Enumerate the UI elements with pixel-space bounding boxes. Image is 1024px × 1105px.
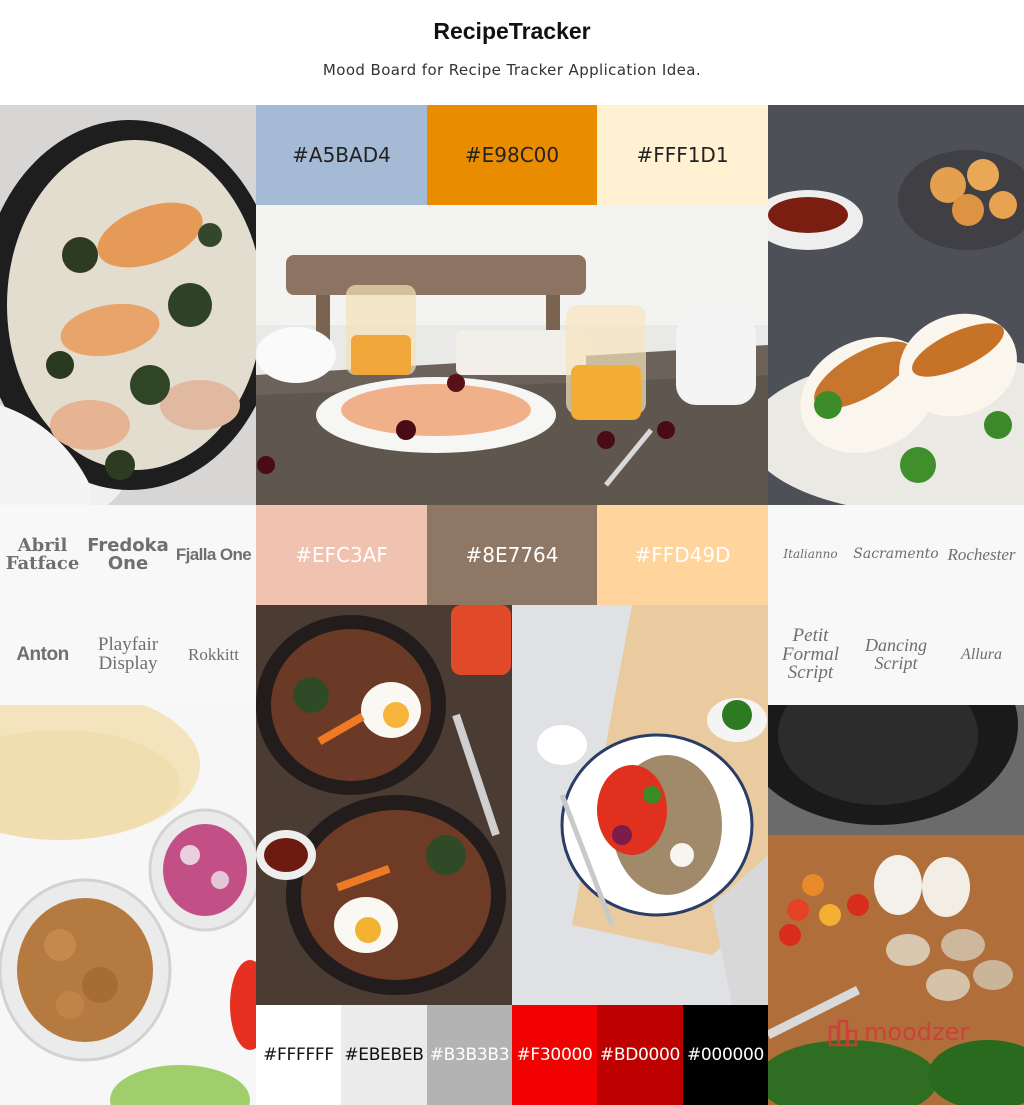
color-swatch-ffffff: #FFFFFF xyxy=(256,1005,341,1105)
font-sample-dancing-script: Dancing Script xyxy=(865,635,927,673)
color-swatch-a5bad4: #A5BAD4 xyxy=(256,105,427,205)
page-header: RecipeTracker Mood Board for Recipe Trac… xyxy=(0,0,1024,105)
breakfast-table-photo xyxy=(256,205,768,505)
color-swatch-000000: #000000 xyxy=(683,1005,768,1105)
color-swatch-efc3af: #EFC3AF xyxy=(256,505,427,605)
color-swatch-bd0000: #BD0000 xyxy=(597,1005,683,1105)
color-swatch-fff1d1: #FFF1D1 xyxy=(597,105,768,205)
salmon-skillet-photo xyxy=(0,105,256,505)
font-samples-serif-panel: Abril Fatface Fredoka One Fjalla One Ant… xyxy=(0,505,256,705)
page-title: RecipeTracker xyxy=(433,18,591,44)
salad-plate-photo xyxy=(512,605,768,1005)
font-sample-rokkitt: Rokkitt xyxy=(187,644,239,664)
page-subtitle: Mood Board for Recipe Tracker Applicatio… xyxy=(322,61,702,79)
moodzer-logo-icon xyxy=(828,1017,858,1047)
font-sample-petit-formal-script: Petit Formal Script xyxy=(782,625,839,684)
font-sample-fredoka-one: Fredoka One xyxy=(87,535,169,574)
bibimbap-bowls-photo xyxy=(256,605,512,1005)
font-sample-allura: Allura xyxy=(961,646,1002,664)
font-sample-abril-fatface: Abril Fatface xyxy=(5,535,80,574)
color-swatch-e98c00: #E98C00 xyxy=(427,105,597,205)
moodzer-watermark-text: moodzer xyxy=(864,1018,970,1046)
tortilla-ingredients-photo xyxy=(0,705,256,1105)
font-sample-rochester: Rochester xyxy=(947,544,1016,564)
font-sample-italianno: Italianno xyxy=(783,547,838,562)
moodzer-watermark: moodzer xyxy=(828,1017,969,1047)
color-swatch-ebebeb: #EBEBEB xyxy=(341,1005,427,1105)
color-swatch-8e7764: #8E7764 xyxy=(427,505,597,605)
color-swatch-b3b3b3: #B3B3B3 xyxy=(427,1005,512,1105)
bao-buns-photo xyxy=(768,105,1024,505)
font-sample-fjalla-one: Fjalla One xyxy=(175,544,252,564)
color-swatch-f30000: #F30000 xyxy=(512,1005,597,1105)
cutting-board-vegetables-photo: moodzer xyxy=(768,705,1024,1105)
font-sample-anton: Anton xyxy=(16,643,69,665)
font-sample-playfair-display: Playfair Display xyxy=(97,634,159,674)
color-swatch-ffd49d: #FFD49D xyxy=(597,505,768,605)
font-samples-script-panel: Italianno Sacramento Rochester Petit For… xyxy=(768,505,1024,705)
font-sample-sacramento: Sacramento xyxy=(853,546,939,563)
